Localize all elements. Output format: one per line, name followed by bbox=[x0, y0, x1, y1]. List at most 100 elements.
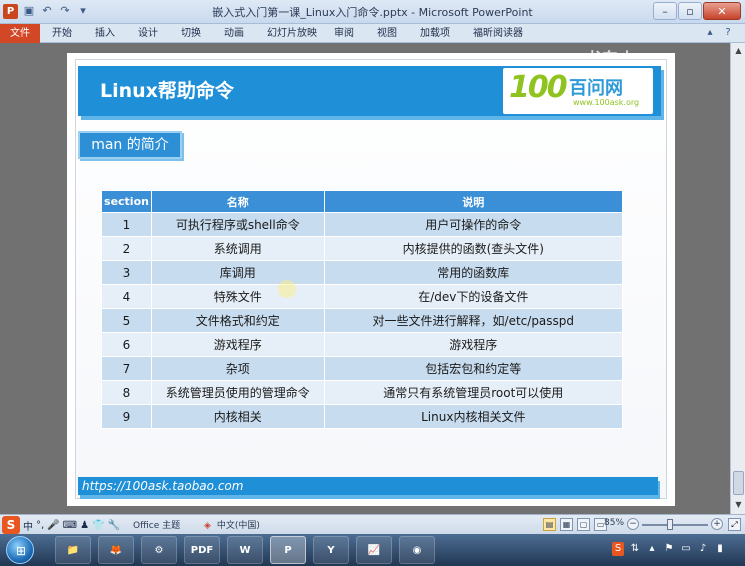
language-label: 中文(中国) bbox=[216, 521, 260, 531]
windows-taskbar: ⊞ 📁 🦊 ⚙ PDF W P Y 📈 ◉ S ⇅ ▴ ⚑ ▭ ♪ ▮ bbox=[0, 534, 745, 566]
section-cell: 1 bbox=[101, 212, 152, 237]
restore-button[interactable]: ▫ bbox=[678, 2, 702, 20]
firefox-icon[interactable]: 🦊 bbox=[98, 536, 134, 564]
logo-name: 百问网 bbox=[569, 78, 623, 99]
show-desktop-icon[interactable]: ▮ bbox=[714, 542, 726, 556]
tab-design[interactable]: 设计 bbox=[138, 24, 158, 43]
table-row: 5 文件格式和约定 对一些文件进行解释，如/etc/passpd bbox=[101, 308, 624, 333]
section-cell: 6 bbox=[101, 332, 152, 357]
microphone-icon[interactable]: 🎤 bbox=[47, 520, 59, 531]
header-name: 名称 bbox=[150, 190, 325, 213]
ime-mode[interactable]: 中 bbox=[23, 518, 33, 533]
header-section: section bbox=[101, 190, 152, 213]
name-cell: 游戏程序 bbox=[150, 332, 325, 357]
name-cell: 库调用 bbox=[150, 260, 325, 285]
status-language[interactable]: ◈ 中文(中国) bbox=[204, 518, 260, 531]
flag-icon[interactable]: ⚑ bbox=[663, 542, 675, 556]
section-cell: 7 bbox=[101, 356, 152, 381]
window-controls: – ▫ ✕ bbox=[653, 2, 741, 20]
scroll-down-icon[interactable]: ▼ bbox=[733, 499, 744, 511]
zoom-in-icon[interactable]: + bbox=[711, 518, 723, 530]
scroll-thumb[interactable] bbox=[733, 471, 744, 495]
subtitle-box: man 的简介 bbox=[78, 131, 182, 159]
slide-sorter-icon[interactable]: ▦ bbox=[560, 518, 573, 531]
description-cell: 用户可操作的命令 bbox=[323, 212, 624, 237]
sogou-tray-icon[interactable]: S bbox=[612, 542, 624, 556]
ribbon-tabs: 文件 开始 插入 设计 切换 动画 幻灯片放映 审阅 视图 加载项 福昕阅读器 … bbox=[0, 24, 745, 43]
tab-addins[interactable]: 加载项 bbox=[420, 24, 450, 43]
zoom-level[interactable]: 85% bbox=[604, 518, 624, 528]
tab-review[interactable]: 审阅 bbox=[334, 24, 354, 43]
tab-view[interactable]: 视图 bbox=[377, 24, 397, 43]
tab-foxit-reader[interactable]: 福昕阅读器 bbox=[473, 24, 523, 43]
status-theme[interactable]: Office 主题 bbox=[133, 518, 180, 531]
scroll-up-icon[interactable]: ▲ bbox=[733, 45, 744, 57]
volume-icon[interactable]: ♪ bbox=[697, 542, 709, 556]
slide-title: Linux帮助命令 bbox=[100, 80, 234, 102]
table-row: 7 杂项 包括宏包和约定等 bbox=[101, 356, 624, 381]
table-row: 6 游戏程序 游戏程序 bbox=[101, 332, 624, 357]
tools-icon[interactable]: 🔧 bbox=[108, 520, 120, 531]
tab-home[interactable]: 开始 bbox=[52, 24, 72, 43]
skin-icon[interactable]: 👕 bbox=[92, 520, 104, 531]
taskbar-apps: 📁 🦊 ⚙ PDF W P Y 📈 ◉ bbox=[55, 536, 435, 564]
tab-transitions[interactable]: 切换 bbox=[181, 24, 201, 43]
vertical-scrollbar[interactable]: ▲ ▼ bbox=[730, 43, 745, 514]
section-cell: 9 bbox=[101, 404, 152, 429]
app-chart-icon[interactable]: 📈 bbox=[356, 536, 392, 564]
app-red-icon[interactable]: ◉ bbox=[399, 536, 435, 564]
minimize-button[interactable]: – bbox=[653, 2, 677, 20]
pdf-reader-icon[interactable]: PDF bbox=[184, 536, 220, 564]
section-cell: 8 bbox=[101, 380, 152, 405]
tab-file[interactable]: 文件 bbox=[0, 24, 40, 43]
fit-to-window-icon[interactable]: ⤢ bbox=[728, 518, 741, 531]
tab-animations[interactable]: 动画 bbox=[224, 24, 244, 43]
close-button[interactable]: ✕ bbox=[703, 2, 741, 20]
network-icon[interactable]: ⇅ bbox=[629, 542, 641, 556]
description-cell: 包括宏包和约定等 bbox=[323, 356, 624, 381]
name-cell: 特殊文件 bbox=[150, 284, 325, 309]
sogou-ime-icon[interactable]: S bbox=[2, 516, 20, 534]
table-row: 8 系统管理员使用的管理命令 通常只有系统管理员root可以使用 bbox=[101, 380, 624, 405]
powerpoint-window: P ▣ ↶ ↷ ▾ 嵌入式入门第一课_Linux入门命令.pptx - Micr… bbox=[0, 0, 745, 566]
section-cell: 5 bbox=[101, 308, 152, 333]
description-cell: 对一些文件进行解释，如/etc/passpd bbox=[323, 308, 624, 333]
zoom-slider-track[interactable] bbox=[642, 524, 708, 526]
table-row: 2 系统调用 内核提供的函数(查头文件) bbox=[101, 236, 624, 261]
zoom-slider-thumb[interactable] bbox=[667, 519, 673, 530]
table-row: 9 内核相关 Linux内核相关文件 bbox=[101, 404, 624, 429]
expand-ribbon-icon[interactable]: ▴ bbox=[703, 26, 717, 40]
title-bar: P ▣ ↶ ↷ ▾ 嵌入式入门第一课_Linux入门命令.pptx - Micr… bbox=[0, 0, 745, 24]
view-buttons: ▤ ▦ ▢ ▭ bbox=[543, 518, 607, 531]
start-button[interactable]: ⊞ bbox=[6, 536, 34, 564]
app-yellow-icon[interactable]: ⚙ bbox=[141, 536, 177, 564]
powerpoint-icon[interactable]: P bbox=[270, 536, 306, 564]
monitor-icon[interactable]: ▭ bbox=[680, 542, 692, 556]
file-explorer-icon[interactable]: 📁 bbox=[55, 536, 91, 564]
table-row: 3 库调用 常用的函数库 bbox=[101, 260, 624, 285]
tab-insert[interactable]: 插入 bbox=[95, 24, 115, 43]
description-cell: 通常只有系统管理员root可以使用 bbox=[323, 380, 624, 405]
section-cell: 3 bbox=[101, 260, 152, 285]
normal-view-icon[interactable]: ▤ bbox=[543, 518, 556, 531]
ribbon-tab-list: 开始 插入 设计 切换 动画 幻灯片放映 审阅 视图 加载项 福昕阅读器 bbox=[52, 24, 546, 43]
reading-view-icon[interactable]: ▢ bbox=[577, 518, 590, 531]
slide[interactable]: Linux帮助命令 100 百问网 www.100ask.org man 的简介… bbox=[67, 53, 675, 506]
user-icon[interactable]: ♟ bbox=[80, 520, 89, 531]
ime-punctuation[interactable]: °, bbox=[36, 520, 44, 531]
logo-number: 100 bbox=[509, 70, 568, 105]
mouse-cursor-highlight bbox=[278, 280, 296, 298]
zoom-out-icon[interactable]: − bbox=[627, 518, 639, 530]
ime-toolbar: S 中 °, 🎤 ⌨ ♟ 👕 🔧 bbox=[0, 516, 120, 534]
name-cell: 系统管理员使用的管理命令 bbox=[150, 380, 325, 405]
tab-slideshow[interactable]: 幻灯片放映 bbox=[267, 24, 317, 43]
app-y-icon[interactable]: Y bbox=[313, 536, 349, 564]
spellcheck-icon[interactable]: ◈ bbox=[204, 521, 211, 531]
help-icon[interactable]: ? bbox=[721, 26, 735, 40]
name-cell: 文件格式和约定 bbox=[150, 308, 325, 333]
section-cell: 4 bbox=[101, 284, 152, 309]
keyboard-icon[interactable]: ⌨ bbox=[63, 520, 77, 531]
chevron-up-icon[interactable]: ▴ bbox=[646, 542, 658, 556]
word-icon[interactable]: W bbox=[227, 536, 263, 564]
status-bar: S 中 °, 🎤 ⌨ ♟ 👕 🔧 Office 主题 ◈ 中文(中国) ▤ ▦ ▢… bbox=[0, 514, 745, 534]
